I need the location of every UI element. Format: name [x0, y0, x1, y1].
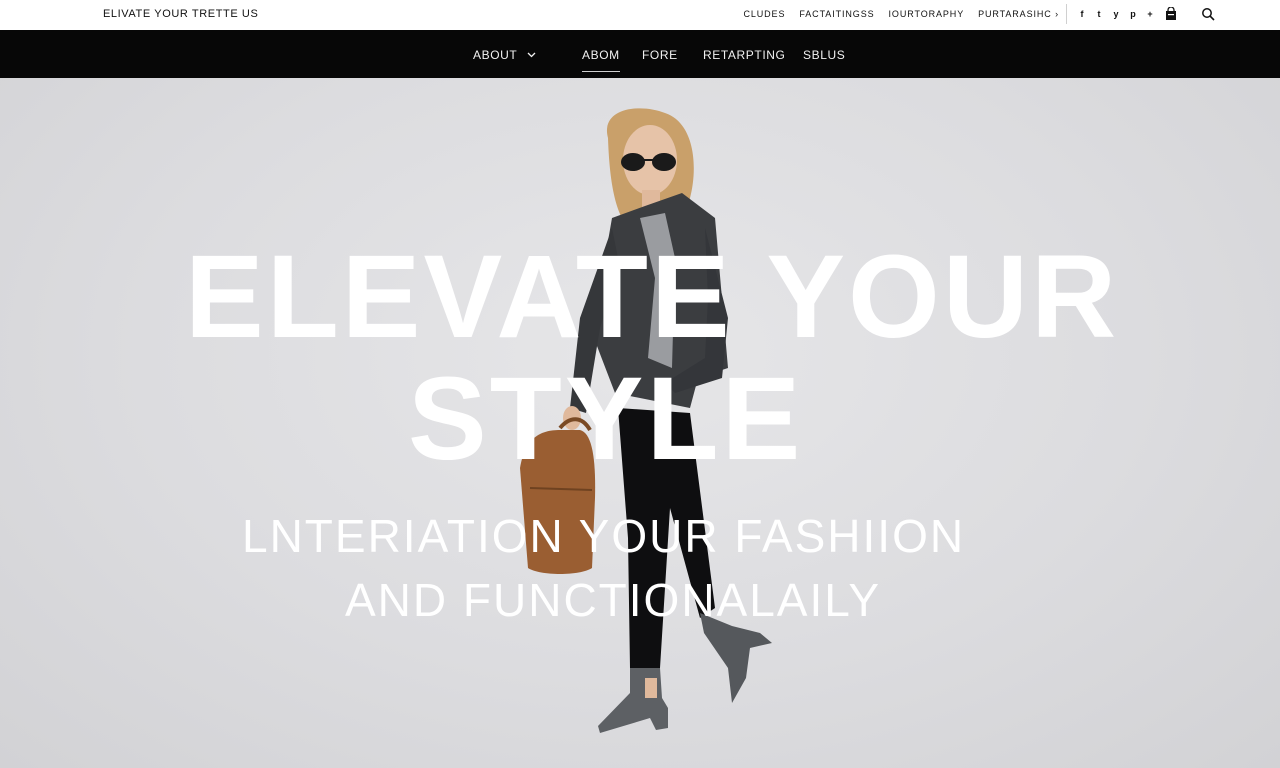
social-links: f t y p + — [1078, 7, 1154, 21]
nav-item-about[interactable]: ABOUT — [473, 48, 536, 62]
utility-divider — [1066, 4, 1067, 24]
pinterest-icon[interactable]: p — [1129, 7, 1137, 21]
youtube-icon[interactable]: y — [1112, 7, 1120, 21]
utility-links: CLUDES FACTAITINGSS IOURTORAPHY PURTARAS… — [743, 9, 1059, 19]
chevron-down-icon — [527, 52, 536, 58]
main-nav: ABOUT ABOM FORE RETARPTING SBLUS — [0, 30, 1280, 78]
util-link-purtarasihc[interactable]: PURTARASIHC › — [978, 9, 1059, 19]
nav-item-label: ABOUT — [473, 48, 518, 62]
twitter-icon[interactable]: t — [1095, 7, 1103, 21]
util-link-factaitingss[interactable]: FACTAITINGSS — [799, 9, 874, 19]
nav-item-sblus[interactable]: SBLUS — [803, 48, 845, 62]
bag-icon[interactable] — [1165, 7, 1177, 21]
util-link-iourtoraphy[interactable]: IOURTORAPHY — [889, 9, 965, 19]
facebook-icon[interactable]: f — [1078, 7, 1086, 21]
nav-item-fore[interactable]: FORE — [642, 48, 678, 62]
nav-item-retarpting[interactable]: RETARPTING — [703, 48, 785, 62]
hero-headline-line-2: STYLE — [408, 353, 804, 485]
search-icon[interactable] — [1201, 7, 1215, 21]
hero-banner: ELEVATE YOUR STYLE LNTERIATION YOUR FASH… — [0, 78, 1280, 768]
utility-bar: ELIVATE YOUR TRETTE US CLUDES FACTAITING… — [0, 0, 1280, 30]
util-link-cludes[interactable]: CLUDES — [743, 9, 785, 19]
hero-subheadline-line-1: LNTERIATION YOUR FASHIION — [242, 510, 966, 562]
nav-item-abom[interactable]: ABOM — [582, 48, 620, 72]
plus-icon[interactable]: + — [1146, 7, 1154, 21]
hero-headline-line-1: ELEVATE YOUR — [185, 231, 1120, 363]
hero-subheadline-line-2: AND FUNCTIONALAILY — [345, 574, 882, 626]
util-trail-icon: › — [1055, 9, 1059, 19]
brand-name[interactable]: ELIVATE YOUR TRETTE US — [103, 8, 258, 20]
